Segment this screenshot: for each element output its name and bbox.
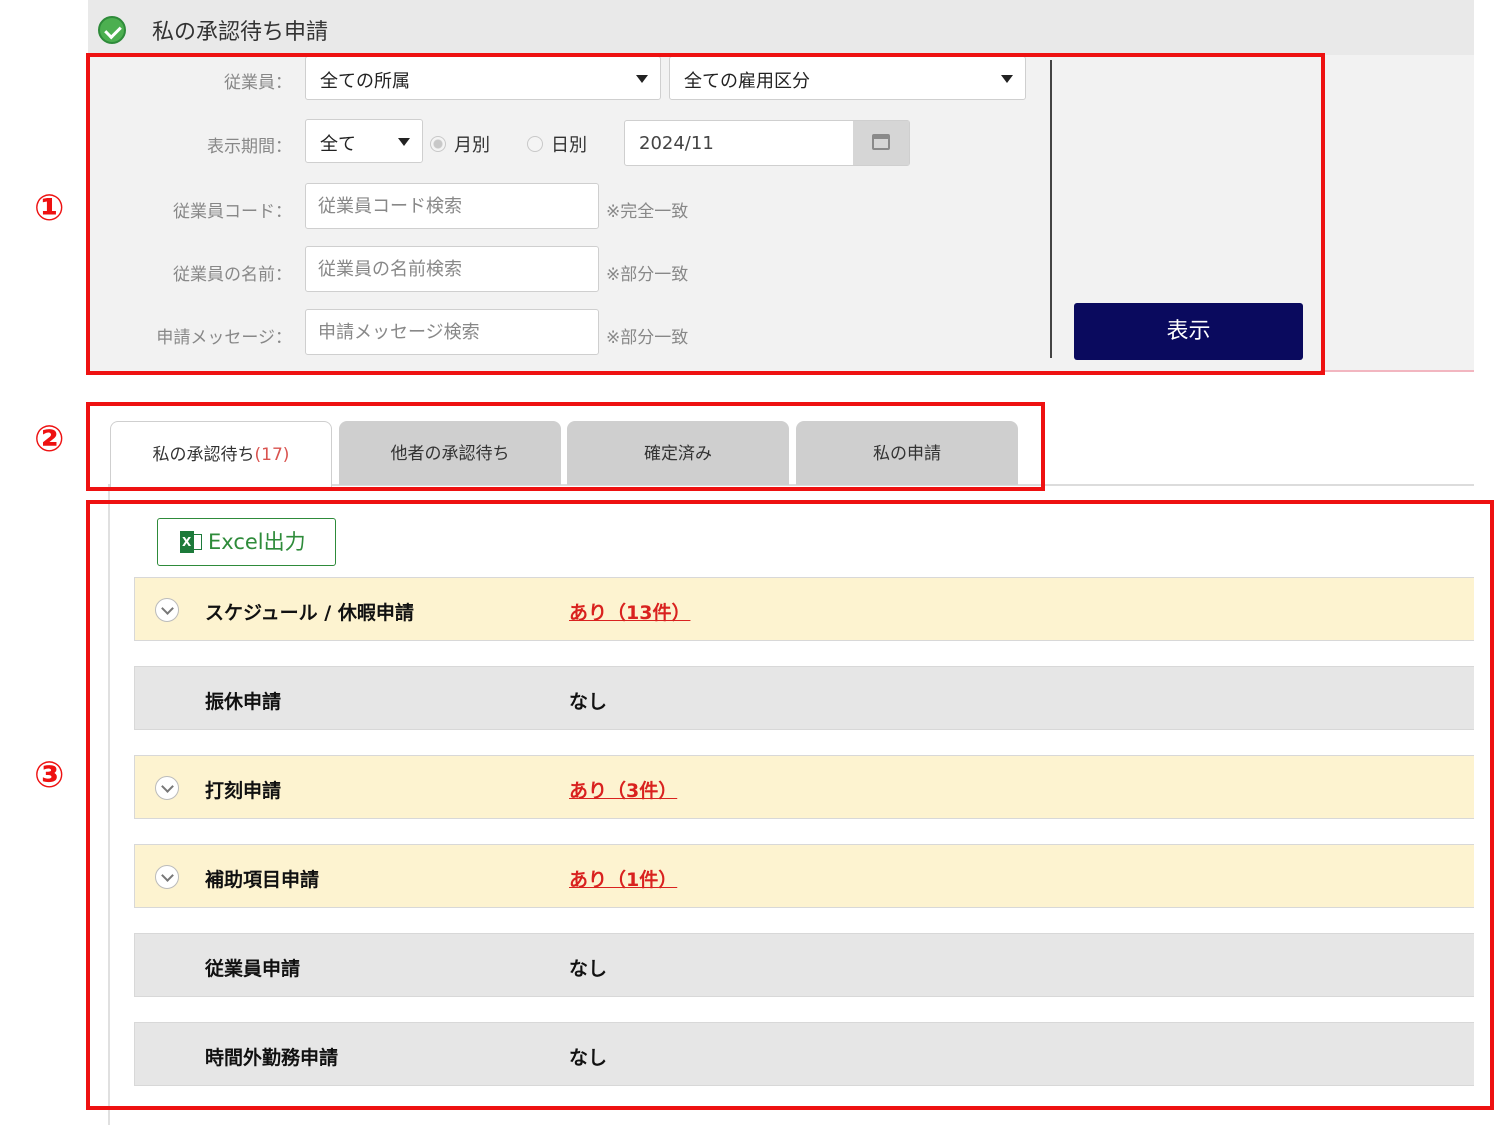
divider-line bbox=[1320, 370, 1474, 372]
page-header: 私の承認待ち申請 bbox=[88, 0, 1474, 55]
annotation-box-1 bbox=[86, 53, 1325, 375]
page-title: 私の承認待ち申請 bbox=[152, 20, 329, 45]
annotation-number-1: ① bbox=[34, 188, 65, 229]
annotation-box-3 bbox=[86, 500, 1494, 1110]
annotation-box-2 bbox=[86, 402, 1045, 491]
check-circle-icon bbox=[98, 16, 126, 44]
annotation-number-2: ② bbox=[34, 419, 65, 460]
annotation-number-3: ③ bbox=[34, 755, 65, 796]
